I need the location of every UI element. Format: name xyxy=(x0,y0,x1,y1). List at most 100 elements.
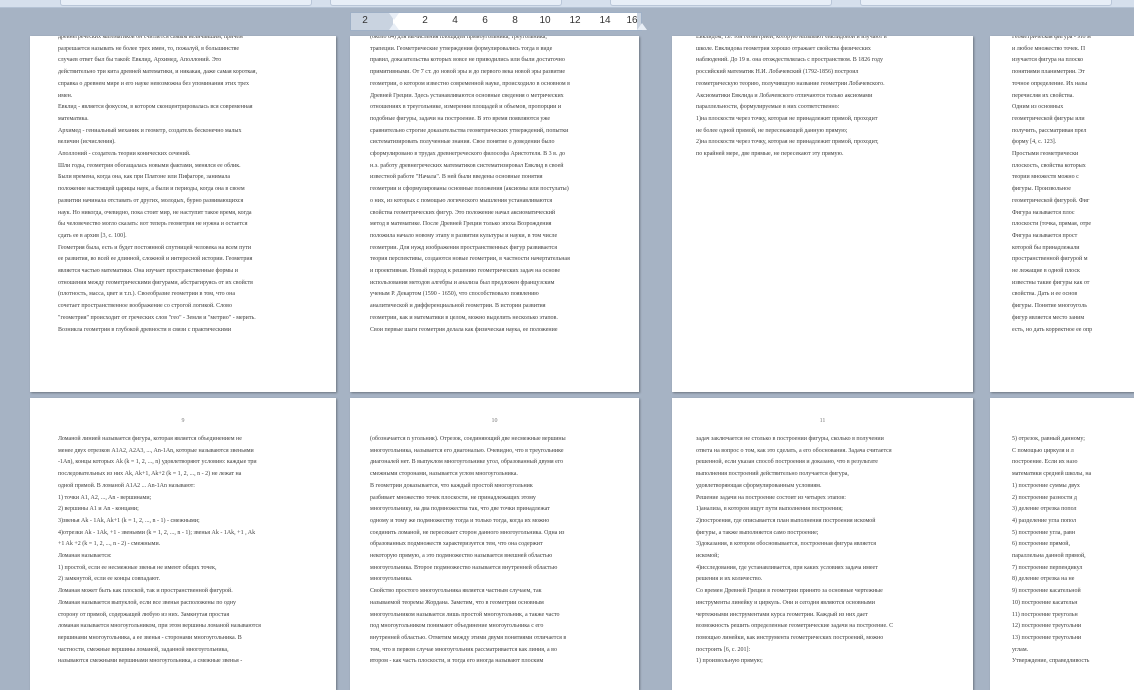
text-line: Одним из основных xyxy=(1012,104,1064,111)
text-line: 1) точки A1, A2, ..., An - вершинами; xyxy=(58,494,152,501)
text-line: понятиями планиметрии. Эт xyxy=(1012,69,1085,76)
text-line: не лежащие в одной плоск xyxy=(1012,268,1080,275)
document-page[interactable]: Геометрическая фигура - это м и любое мно… xyxy=(990,36,1134,392)
page-number: 9 xyxy=(181,418,185,424)
text-line: внутренней областью. Отметим между этими… xyxy=(370,634,567,641)
document-page[interactable]: 11 задач заключается не столько в постро… xyxy=(672,398,973,690)
text-line: точное определение. Их назы xyxy=(1012,80,1088,87)
text-line: ломаная называется многоугольником, при … xyxy=(58,623,261,630)
page-text: древнегреческих математиков он считается… xyxy=(58,36,330,336)
text-line: ответа на вопрос о том, как это сделать,… xyxy=(696,447,892,454)
text-line: сформулировано в трудах древнегреческого… xyxy=(370,151,566,158)
text-line: многоугольнику, на два подмножества так,… xyxy=(370,506,550,513)
toolbar-edge-right xyxy=(610,0,832,6)
text-line: 3)доказания, в котором обосновывается, п… xyxy=(696,541,877,548)
text-line: втором - как часть плоскости, и тогда ег… xyxy=(370,658,544,665)
text-line: математики средней школы, на xyxy=(1012,471,1092,478)
text-line: геометрии и сформулированы основные поло… xyxy=(370,186,569,193)
text-line: Архимед - гениальный механик и геометр, … xyxy=(58,127,242,134)
text-line: величин (исчисления). xyxy=(58,139,116,146)
text-line: Геометрия была, есть и будет постоянной … xyxy=(58,244,252,251)
text-line: положение настоящей царицы наук, а были … xyxy=(58,186,245,193)
text-line: Евклид - является фокусом, в котором ско… xyxy=(58,104,253,111)
text-line: 2)построения, где описывается план выпол… xyxy=(696,517,876,524)
text-line: 2) построение разности д xyxy=(1012,494,1077,501)
document-page[interactable]: Евклидом, т.е. той геометрией, которую н… xyxy=(672,36,973,392)
text-line: Со времен Древней Греции в геометрии при… xyxy=(696,588,883,595)
text-line: задач заключается не столько в построени… xyxy=(696,436,884,442)
ruler-tick: 8 xyxy=(512,15,518,26)
ruler-tick: 2 xyxy=(362,15,368,26)
text-line: геометрии, как и математики в целом, мож… xyxy=(370,314,558,321)
text-line: 5) отрезок, равный данному; xyxy=(1012,436,1085,442)
text-line: известной работе "Начала". В ней были вв… xyxy=(370,174,543,181)
text-line: под многоугольником понимают объединение… xyxy=(370,623,544,630)
ruler-left-margin xyxy=(351,13,393,30)
text-line: выполнения построений действительно полу… xyxy=(696,471,849,478)
text-line: форму [4, с. 123]. xyxy=(1012,139,1057,146)
text-line: 1) построение суммы двух xyxy=(1012,482,1080,489)
text-line: российский математик Н.И. Лобачевский (1… xyxy=(696,69,859,76)
page-text: задач заключается не столько в построени… xyxy=(696,434,961,668)
horizontal-ruler[interactable]: 2 2 4 6 8 10 12 14 16 xyxy=(350,12,647,31)
text-line: н.э. работу древнегреческих математиков … xyxy=(370,162,564,169)
text-line: справка о древнем мире и его науке невоз… xyxy=(58,80,249,87)
first-line-indent-marker[interactable] xyxy=(389,13,399,20)
text-line: называемой теоремы Жордана. Заметим, что… xyxy=(370,599,544,606)
text-line: Аполлоний - создатель теории конических … xyxy=(58,151,191,158)
text-line: 9) построение касательной xyxy=(1012,588,1081,595)
text-line: метод в математике. После Древней Греции… xyxy=(370,221,552,228)
text-line: Аксиоматики Евклида и Лобачевского отлич… xyxy=(696,92,873,99)
text-line: сдать ее в архив [3, с. 100]. xyxy=(58,232,127,239)
document-page[interactable]: 9 Ломаной линией называется фигура, кото… xyxy=(30,398,336,690)
text-line: которой бы принадлежали xyxy=(1012,244,1080,251)
page-number: 10 xyxy=(491,418,498,424)
text-line: Ломаная может быть как плоской, так и пр… xyxy=(58,588,233,595)
text-line: 2) вершины A1 и An - концами; xyxy=(58,506,139,513)
text-line: есть, но дать корректное ее опр xyxy=(1012,326,1093,333)
text-line: геометрической фигурой. Фиг xyxy=(1012,197,1090,204)
page-text: Геометрическая фигура - это м и любое мно… xyxy=(1012,36,1134,336)
text-line: (около 84) для вычисления площадей прямо… xyxy=(370,36,547,40)
text-line: разрешается называть не более трех имен,… xyxy=(58,45,239,52)
text-line: правил, доказательства которых вовсе не … xyxy=(370,57,565,64)
right-indent-marker[interactable] xyxy=(637,23,647,30)
text-line: 3) деление отрезка попол xyxy=(1012,506,1077,513)
text-line: многоугольника. Второе подмножество назы… xyxy=(370,564,558,571)
page-text: (около 84) для вычисления площадей прямо… xyxy=(370,36,625,336)
text-line: разбивает множество точек плоскости, не … xyxy=(370,494,536,501)
ruler-tick: 14 xyxy=(599,15,611,26)
toolbar-edge-left xyxy=(60,0,312,6)
text-line: 2) замкнутой, если ее концы совпадают. xyxy=(58,576,160,583)
text-line: 6) построение прямой, xyxy=(1012,541,1071,548)
text-line: Были времена, когда она, как при Платоне… xyxy=(58,174,231,181)
text-line: свойства геометрических фигур. Это полож… xyxy=(370,209,556,216)
text-line: развитии начинала отставать от других, м… xyxy=(58,197,244,204)
document-page[interactable]: 10 (обозначается n угольник). Отрезок, с… xyxy=(350,398,639,690)
text-line: изучается фигура на плоско xyxy=(1012,57,1084,64)
text-line: многоугольника. xyxy=(370,576,413,583)
text-line: не более одной прямой, не пересекающей д… xyxy=(696,127,848,134)
text-line: искомой; xyxy=(696,553,720,560)
document-page[interactable]: (около 84) для вычисления площадей прямо… xyxy=(350,36,639,392)
text-line: последовательных из них Ak, Ak+1, Ak+2 (… xyxy=(58,471,242,478)
left-indent-marker[interactable] xyxy=(389,23,399,30)
text-line: геометрическую теорию, получившую назван… xyxy=(696,80,885,87)
document-page[interactable]: древнегреческих математиков он считается… xyxy=(30,36,336,392)
text-line: 5) построение угла, равн xyxy=(1012,529,1076,536)
text-line: диагоналей нет. В выпуклом многоугольник… xyxy=(370,459,564,466)
document-page[interactable]: 5) отрезок, равный данному; С помощью цир… xyxy=(990,398,1134,690)
text-line: ученым Р. Декартом (1590 - 1650), что сп… xyxy=(370,291,539,298)
text-line: чертежными инструментами курса геометрии… xyxy=(696,611,868,618)
text-line: по крайней мере, две прямые, не пересека… xyxy=(696,151,844,158)
text-line: образованных подмножеств характеризуется… xyxy=(370,541,543,548)
text-line: 10) построение касательн xyxy=(1012,599,1078,606)
text-line: отношениях в треугольнике, измерения пло… xyxy=(370,104,562,111)
text-line: сторону от прямой, содержащей любую из н… xyxy=(58,611,230,618)
ruler-tick: 12 xyxy=(569,15,581,26)
text-line: помощью линейки, как инструмента геометр… xyxy=(696,634,884,641)
text-line: инструменты линейку и циркуль. Они и сег… xyxy=(696,599,875,606)
text-line: 1) простой, если ее несмежные звенья не … xyxy=(58,564,217,571)
text-line: фигур является место заним xyxy=(1012,314,1085,321)
text-line: пространственной фигурой м xyxy=(1012,256,1088,263)
